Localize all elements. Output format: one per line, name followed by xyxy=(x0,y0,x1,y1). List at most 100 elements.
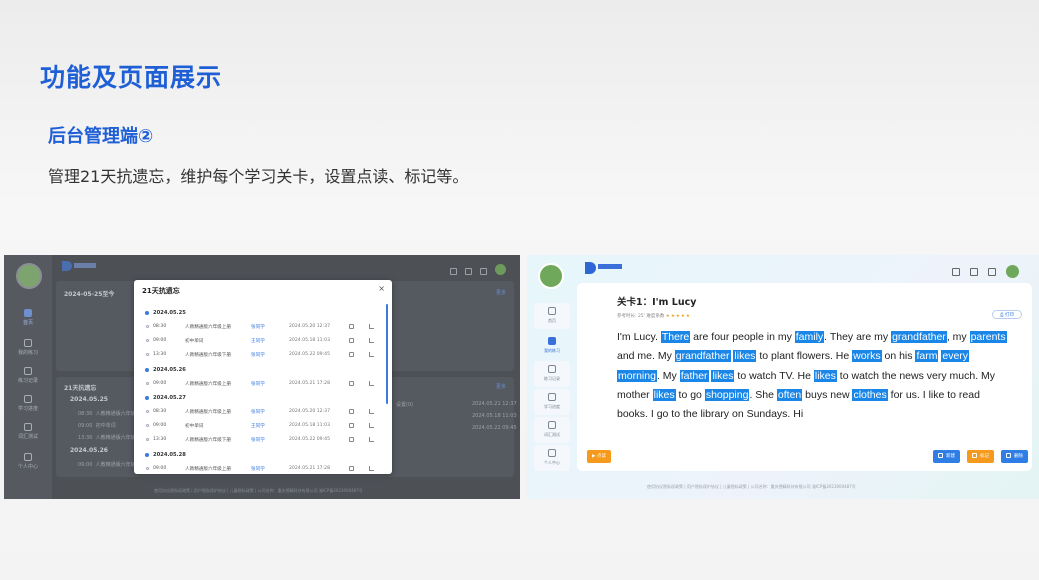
delete-button[interactable]: 删除 xyxy=(1001,450,1028,463)
user-icon xyxy=(24,453,32,461)
new-icon xyxy=(938,453,943,458)
chart-icon[interactable] xyxy=(369,352,374,357)
user-link[interactable]: 张同学 xyxy=(251,437,265,443)
user-link[interactable]: 王同学 xyxy=(251,338,265,344)
highlighted-word[interactable]: parents xyxy=(969,331,1007,343)
sidebar-item-profile[interactable]: 个人中心 xyxy=(534,445,570,471)
chart-icon[interactable] xyxy=(369,466,374,471)
highlighted-word[interactable]: grandfather xyxy=(891,331,947,343)
highlighted-word[interactable]: shopping xyxy=(704,388,750,401)
more-link-2[interactable]: 更多 xyxy=(496,383,506,390)
sidebar-item-home[interactable]: 首页 xyxy=(10,307,46,331)
modal-title: 21天抗遗忘 xyxy=(142,287,180,295)
user-link[interactable]: 张同学 xyxy=(251,324,265,330)
user-icon xyxy=(548,449,556,457)
lesson-editor-screenshot: 首页 我的练习 练习记录 学习进度 词汇测试 个人中心 关卡1：I'm Lucy… xyxy=(527,255,1039,499)
highlighted-word[interactable]: clothes xyxy=(852,388,888,401)
calendar-icon[interactable] xyxy=(349,352,354,357)
highlighted-word[interactable]: likes xyxy=(813,369,837,382)
lesson-passage[interactable]: I'm Lucy. There are four people in my fa… xyxy=(617,328,1012,424)
message-icon[interactable] xyxy=(970,267,978,276)
chart-icon[interactable] xyxy=(369,324,374,329)
sidebar-item-records[interactable]: 练习记录 xyxy=(10,365,46,389)
header xyxy=(577,255,1039,281)
passage-text: to go xyxy=(675,388,705,401)
notification-icon[interactable] xyxy=(988,267,996,276)
user-link[interactable]: 张同学 xyxy=(251,352,265,358)
sidebar-item-progress[interactable]: 学习进度 xyxy=(534,389,570,415)
fullscreen-icon[interactable] xyxy=(450,268,457,275)
chart-icon[interactable] xyxy=(369,409,374,414)
highlighted-word[interactable]: works xyxy=(852,350,882,363)
user-link[interactable]: 张同学 xyxy=(251,409,265,415)
avatar[interactable] xyxy=(538,263,564,289)
calendar-icon[interactable] xyxy=(349,409,354,414)
user-link[interactable]: 王同学 xyxy=(251,423,265,429)
highlighted-word[interactable]: farm xyxy=(915,350,939,363)
highlighted-word[interactable]: likes xyxy=(652,388,676,401)
new-button[interactable]: 新建 xyxy=(933,450,960,463)
date-group-header: 2024.05.28 xyxy=(145,452,186,458)
chart-icon[interactable] xyxy=(369,437,374,442)
play-button[interactable]: ▶ 点读 xyxy=(587,450,611,463)
chart-icon[interactable] xyxy=(369,338,374,343)
fullscreen-icon[interactable] xyxy=(952,267,960,276)
highlighted-word[interactable]: every xyxy=(941,350,970,363)
sidebar-item-progress[interactable]: 学习进度 xyxy=(10,393,46,417)
highlighted-word[interactable]: family xyxy=(794,331,825,343)
calendar-icon[interactable] xyxy=(349,437,354,442)
table-row: 08:30 人教精通版六年级上册 张同学 2024.05.20 12:37 xyxy=(145,409,375,417)
scrollbar[interactable] xyxy=(386,304,388,404)
progress-icon xyxy=(548,393,556,401)
highlighted-word[interactable]: likes xyxy=(711,369,735,382)
sidebar: 首页 我的练习 练习记录 学习进度 词汇测试 个人中心 xyxy=(527,255,577,499)
sidebar-item-practice[interactable]: 我的练习 xyxy=(10,337,46,361)
chart-icon[interactable] xyxy=(369,423,374,428)
passage-text: and me. My xyxy=(617,350,675,363)
avatar[interactable] xyxy=(16,263,42,289)
mark-button[interactable]: 标记 xyxy=(967,450,994,463)
home-icon xyxy=(548,307,556,315)
calendar-icon[interactable] xyxy=(349,381,354,386)
date-group-header: 2024.05.27 xyxy=(145,395,186,401)
calendar-icon[interactable] xyxy=(349,338,354,343)
sidebar-item-profile[interactable]: 个人中心 xyxy=(10,451,46,475)
date-group-header: 2024.05.25 xyxy=(145,310,186,316)
notification-icon[interactable] xyxy=(480,268,487,275)
chart-icon[interactable] xyxy=(369,381,374,386)
message-icon[interactable] xyxy=(465,268,472,275)
table-row: 08:30 人教精通版六年级上册 张同学 2024.05.20 12:37 xyxy=(145,324,375,332)
highlighted-word[interactable]: grandfather xyxy=(674,350,731,363)
slide-title: 功能及页面展示 xyxy=(40,63,223,92)
user-link[interactable]: 张同学 xyxy=(251,466,265,472)
highlighted-word[interactable]: father xyxy=(679,369,709,382)
more-link[interactable]: 更多 xyxy=(496,289,506,296)
close-icon[interactable]: × xyxy=(378,284,385,293)
print-button[interactable]: ⎙ 打印 xyxy=(991,310,1022,319)
sidebar-item-home[interactable]: 首页 xyxy=(534,303,570,329)
calendar-icon[interactable] xyxy=(349,423,354,428)
sidebar-item-vocab-test[interactable]: 词汇测试 xyxy=(10,421,46,445)
highlighted-word[interactable]: morning xyxy=(617,369,657,382)
passage-text: buys new xyxy=(802,388,853,401)
passage-text: to plant flowers. He xyxy=(756,350,853,363)
passage-text: , my xyxy=(946,331,970,343)
table-row: 09:00 初中单词 王同学 2024.05.18 11:03 xyxy=(145,338,375,346)
sidebar-item-practice[interactable]: 我的练习 xyxy=(534,333,570,359)
highlighted-word[interactable]: likes xyxy=(733,350,757,363)
lesson-meta: 参考时长: 25' 难度系数 ★★★★★ xyxy=(617,314,691,319)
highlighted-word[interactable]: There xyxy=(660,331,691,343)
header-avatar[interactable] xyxy=(495,264,506,275)
calendar-icon[interactable] xyxy=(349,466,354,471)
table-row: 09:00 初中单词 王同学 2024.05.18 11:03 xyxy=(145,423,375,431)
calendar-icon[interactable] xyxy=(349,324,354,329)
passage-text: I'm Lucy. xyxy=(617,331,661,343)
slide-subtitle: 后台管理端② xyxy=(48,126,154,147)
logo xyxy=(585,262,625,274)
header-avatar[interactable] xyxy=(1006,265,1019,278)
user-link[interactable]: 张同学 xyxy=(251,381,265,387)
sidebar-item-records[interactable]: 练习记录 xyxy=(534,361,570,387)
anti-forget-modal: 21天抗遗忘 × 2024.05.25 08:30 人教精通版六年级上册 张同学 20… xyxy=(134,280,392,474)
sidebar-item-vocab-test[interactable]: 词汇测试 xyxy=(534,417,570,443)
highlighted-word[interactable]: often xyxy=(776,388,803,401)
